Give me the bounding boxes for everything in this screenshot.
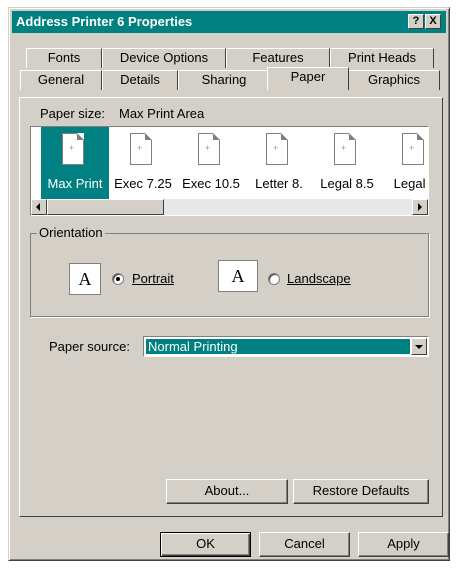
portrait-preview-icon: A	[69, 263, 101, 295]
paper-size-label: Paper size:	[40, 106, 106, 121]
paper-page-icon: +	[130, 133, 152, 165]
apply-button[interactable]: Apply	[358, 532, 449, 557]
paper-page-icon: +	[266, 133, 288, 165]
paper-source-value: Normal Printing	[146, 339, 410, 354]
paper-page-icon: +	[62, 133, 84, 165]
paper-source-label: Paper source:	[49, 339, 130, 354]
chevron-down-icon	[415, 345, 423, 349]
about-button[interactable]: About...	[166, 479, 288, 504]
arrow-right-icon	[418, 203, 422, 211]
paper-item-label: Letter 8.	[255, 176, 303, 191]
paper-page-icon: +	[402, 133, 424, 165]
scroll-thumb[interactable]	[47, 199, 164, 215]
arrow-left-icon	[36, 203, 40, 211]
paper-item-label: Legal 8.5	[320, 176, 374, 191]
paper-page-icon: +	[334, 133, 356, 165]
landscape-preview-icon: A	[218, 260, 258, 292]
scroll-right-button[interactable]	[412, 199, 428, 215]
paper-size-list[interactable]: + Max Print + Exec 7.25 + Exec 10.5 + Le…	[30, 126, 429, 216]
paper-item-label: Max Print	[47, 176, 103, 191]
paper-item-legal-1[interactable]: + Legal 1	[381, 127, 428, 199]
paper-item-label: Legal 1	[393, 176, 428, 191]
cancel-button[interactable]: Cancel	[259, 532, 350, 557]
paper-page-icon: +	[198, 133, 220, 165]
ok-button[interactable]: OK	[160, 532, 251, 557]
paper-item-letter[interactable]: + Letter 8.	[245, 127, 313, 199]
paper-item-exec-105[interactable]: + Exec 10.5	[177, 127, 245, 199]
paper-source-select[interactable]: Normal Printing	[143, 336, 429, 357]
scroll-left-button[interactable]	[31, 199, 47, 215]
paper-size-value: Max Print Area	[119, 106, 205, 121]
portrait-radio[interactable]	[112, 273, 124, 285]
paper-item-label: Exec 10.5	[182, 176, 240, 191]
paper-list-scrollbar[interactable]	[31, 199, 428, 215]
dropdown-button[interactable]	[411, 338, 427, 355]
orientation-group-label: Orientation	[37, 225, 105, 240]
portrait-label[interactable]: Portrait	[132, 271, 174, 286]
restore-defaults-button[interactable]: Restore Defaults	[293, 479, 429, 504]
landscape-radio[interactable]	[268, 273, 280, 285]
paper-item-exec-725[interactable]: + Exec 7.25	[109, 127, 177, 199]
paper-item-max-print[interactable]: + Max Print	[41, 127, 109, 199]
landscape-label[interactable]: Landscape	[287, 271, 351, 286]
radio-selected-dot	[116, 277, 120, 281]
paper-item-legal-85[interactable]: + Legal 8.5	[313, 127, 381, 199]
paper-item-label: Exec 7.25	[114, 176, 172, 191]
